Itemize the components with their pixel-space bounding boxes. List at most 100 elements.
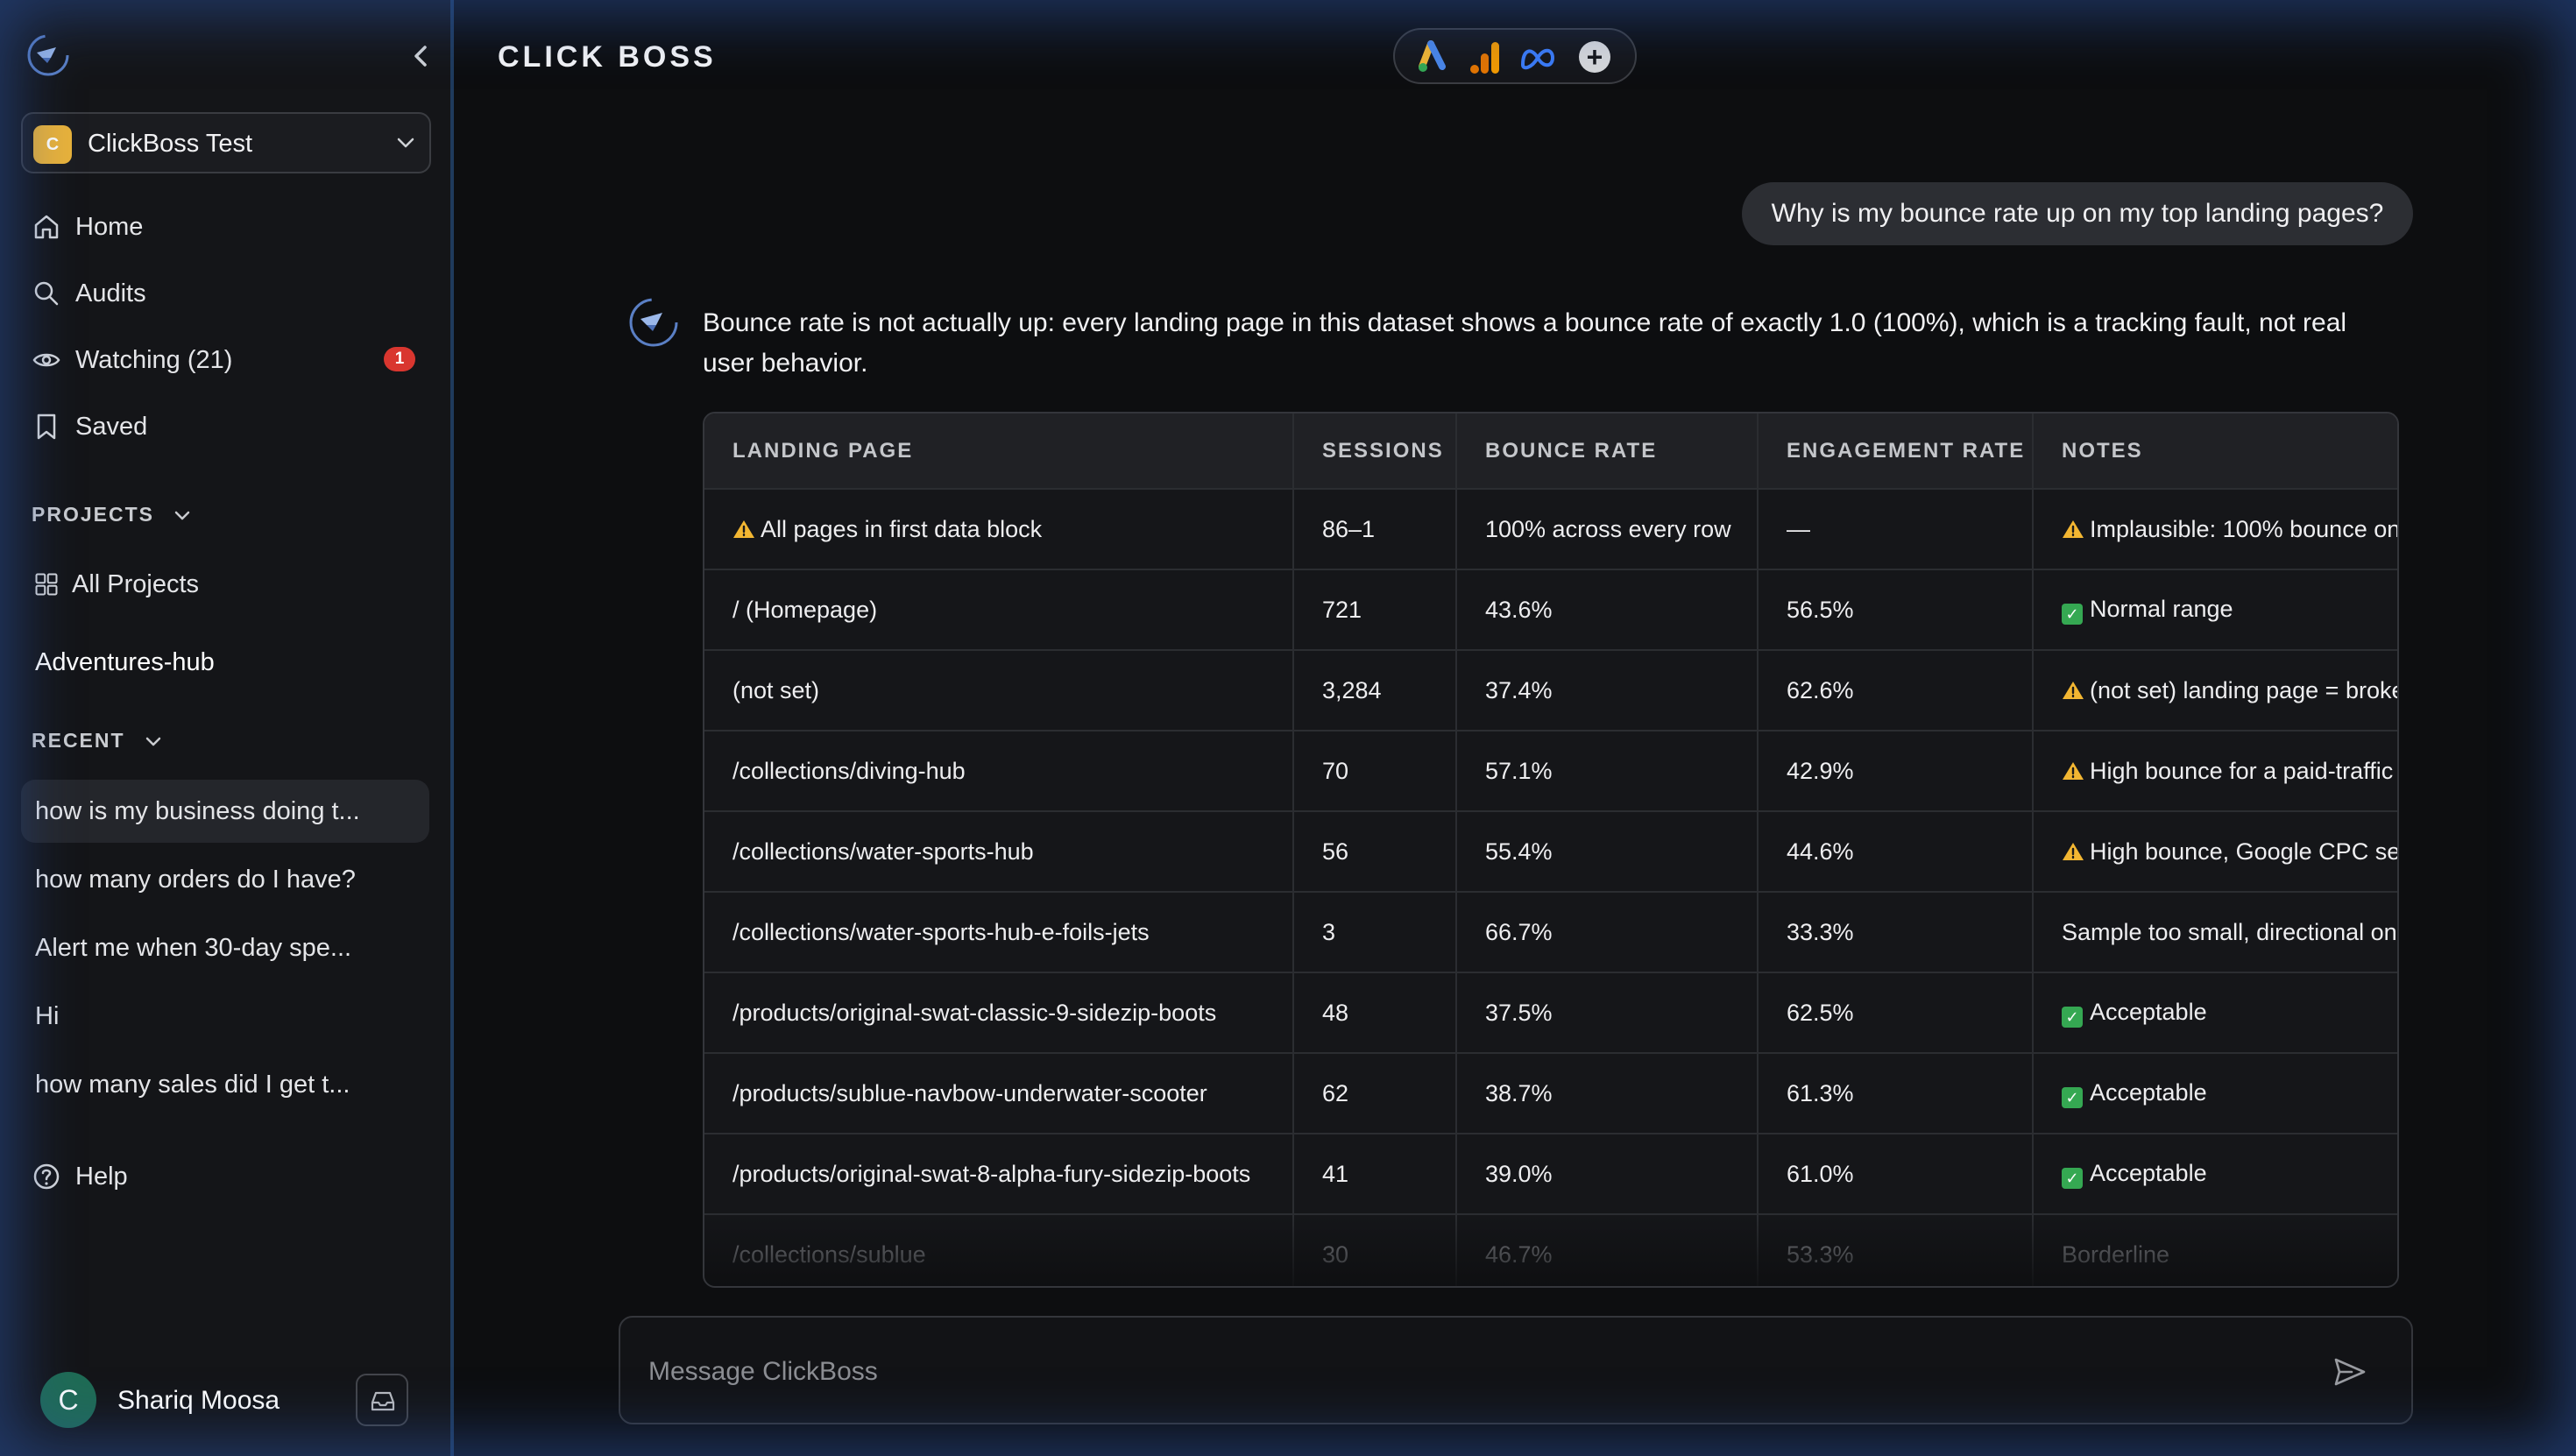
cell-text: 62.6% <box>1787 676 1854 703</box>
projects-section-toggle[interactable]: PROJECTS <box>32 503 193 527</box>
cell-sessions: 86–1 <box>1293 488 1457 569</box>
cell-notes: Sample too small, directional only <box>2033 891 2399 972</box>
cell-engagement-rate: 56.5% <box>1758 569 2034 650</box>
cell-text: Acceptable <box>2090 1159 2207 1186</box>
cell-landing-page: /products/sublue-navbow-underwater-scoot… <box>704 1052 1294 1134</box>
add-integration-button[interactable]: + <box>1579 41 1610 73</box>
check-icon: ✓ <box>2062 1167 2083 1189</box>
cell-text: Sample too small, directional only <box>2062 918 2399 945</box>
cell-bounce-rate: 57.1% <box>1456 730 1759 811</box>
cell-text: 3,284 <box>1322 676 1382 703</box>
inbox-icon <box>371 1391 395 1411</box>
sidebar: C ClickBoss Test Home Audits Watching (2… <box>0 0 454 1456</box>
cell-text: 3 <box>1322 918 1336 945</box>
cell-text: 721 <box>1322 596 1362 623</box>
cell-text: 61.0% <box>1787 1160 1854 1187</box>
cell-text: 37.4% <box>1485 676 1553 703</box>
cell-sessions: 30 <box>1293 1213 1457 1286</box>
cell-landing-page: (not set) <box>704 649 1294 731</box>
nav-audits[interactable]: Audits <box>32 272 146 315</box>
cell-text: /collections/water-sports-hub-e-foils-je… <box>732 918 1150 945</box>
cell-sessions: 41 <box>1293 1133 1457 1214</box>
bookmark-icon <box>37 413 56 440</box>
recent-item[interactable]: how is my business doing t... <box>21 780 429 843</box>
warning-icon <box>2063 761 2084 780</box>
google-analytics-icon[interactable] <box>1468 40 1505 75</box>
cell-engagement-rate: 44.6% <box>1758 810 2034 892</box>
chevron-left-icon <box>414 46 427 67</box>
nav-saved-label: Saved <box>75 412 148 441</box>
project-adventures-hub[interactable]: Adventures-hub <box>35 648 215 677</box>
table-row: All pages in first data block 86–1 100% ac… <box>704 488 2399 569</box>
cell-text: 38.7% <box>1485 1079 1553 1106</box>
cell-engagement-rate: 62.5% <box>1758 972 2034 1053</box>
cell-sessions: 721 <box>1293 569 1457 650</box>
cell-landing-page: /products/original-swat-classic-9-sidezi… <box>704 972 1294 1053</box>
google-ads-icon[interactable] <box>1418 40 1454 75</box>
cell-text: (not set) <box>732 676 820 703</box>
recent-item[interactable]: Hi <box>21 985 429 1048</box>
cell-text: 37.5% <box>1485 999 1553 1026</box>
warning-icon <box>2063 519 2084 538</box>
recent-item[interactable]: how many orders do I have? <box>21 848 429 911</box>
help-icon <box>33 1163 60 1190</box>
cell-text: Implausible: 100% bounce on every row <box>2090 515 2399 542</box>
table-row: /products/sublue-navbow-underwater-scoot… <box>704 1052 2397 1134</box>
nav-all-projects[interactable]: All Projects <box>33 562 199 606</box>
inbox-button[interactable] <box>356 1374 408 1426</box>
nav-watching[interactable]: Watching (21) <box>32 338 232 382</box>
nav-home[interactable]: Home <box>32 205 143 249</box>
cell-engagement-rate: 61.3% <box>1758 1052 2034 1134</box>
column-header: NOTES <box>2033 413 2397 489</box>
recent-header: RECENT <box>32 729 125 752</box>
cell-sessions: 3 <box>1293 891 1457 972</box>
cell-bounce-rate: 38.7% <box>1456 1052 1759 1134</box>
recent-item[interactable]: Alert me when 30-day spe... <box>21 916 429 979</box>
cell-landing-page: /collections/water-sports-hub <box>704 810 1294 892</box>
cell-bounce-rate: 39.0% <box>1456 1133 1759 1214</box>
cell-text: High bounce, Google CPC sends traffic he… <box>2090 838 2399 865</box>
cell-text: 33.3% <box>1787 918 1854 945</box>
cell-text: 46.7% <box>1485 1241 1553 1268</box>
integrations-bar[interactable]: + <box>1393 28 1637 84</box>
meta-icon[interactable] <box>1519 40 1556 75</box>
recent-section-toggle[interactable]: RECENT <box>32 729 164 753</box>
cell-notes: ✓ Acceptable <box>2033 1052 2397 1134</box>
cell-sessions: 62 <box>1293 1052 1457 1134</box>
landing-pages-table: LANDING PAGE SESSIONS BOUNCE RATE ENGAGE… <box>703 412 2399 1288</box>
cell-bounce-rate: 55.4% <box>1456 810 1759 892</box>
recent-item[interactable]: how many sales did I get t... <box>21 1053 429 1116</box>
home-icon <box>34 215 59 239</box>
cell-text: 62 <box>1322 1079 1349 1106</box>
table-row: / (Homepage) 721 43.6% 56.5% ✓ Normal range <box>704 569 2397 650</box>
clickboss-logo-icon[interactable] <box>25 32 72 79</box>
check-icon: ✓ <box>2062 1006 2083 1028</box>
cell-landing-page: / (Homepage) <box>704 569 1294 650</box>
projects-header: PROJECTS <box>32 503 154 526</box>
cell-engagement-rate: 62.6% <box>1758 649 2034 731</box>
user-name: Shariq Moosa <box>117 1386 280 1415</box>
cell-text: 56 <box>1322 838 1349 865</box>
cell-text: — <box>1787 515 1810 542</box>
nav-help[interactable]: Help <box>32 1155 128 1198</box>
cell-text: /collections/sublue <box>732 1241 926 1268</box>
send-icon[interactable] <box>2331 1353 2369 1391</box>
cell-text: 100% across every row <box>1485 515 1731 542</box>
message-input[interactable] <box>648 1344 2313 1400</box>
cell-sessions: 56 <box>1293 810 1457 892</box>
nav-saved[interactable]: Saved <box>32 405 147 449</box>
workspace-selector[interactable]: C ClickBoss Test <box>21 112 431 173</box>
cell-text: 44.6% <box>1787 838 1854 865</box>
table-row: /collections/water-sports-hub 56 55.4% 44.6… <box>704 810 2399 892</box>
grid-icon <box>35 573 58 596</box>
nav-audits-label: Audits <box>75 279 146 307</box>
cell-bounce-rate: 66.7% <box>1456 891 1759 972</box>
assistant-message: Bounce rate is not actually up: every la… <box>703 308 2347 378</box>
cell-text: 56.5% <box>1787 596 1854 623</box>
cell-text: 41 <box>1322 1160 1349 1187</box>
message-composer[interactable] <box>619 1316 2413 1424</box>
cell-engagement-rate: — <box>1758 488 2034 569</box>
brand-logo: CLICK BOSS <box>498 40 717 74</box>
cell-notes: High bounce for a paid-traffic page <box>2033 730 2397 811</box>
collapse-sidebar-button[interactable] <box>400 39 442 74</box>
